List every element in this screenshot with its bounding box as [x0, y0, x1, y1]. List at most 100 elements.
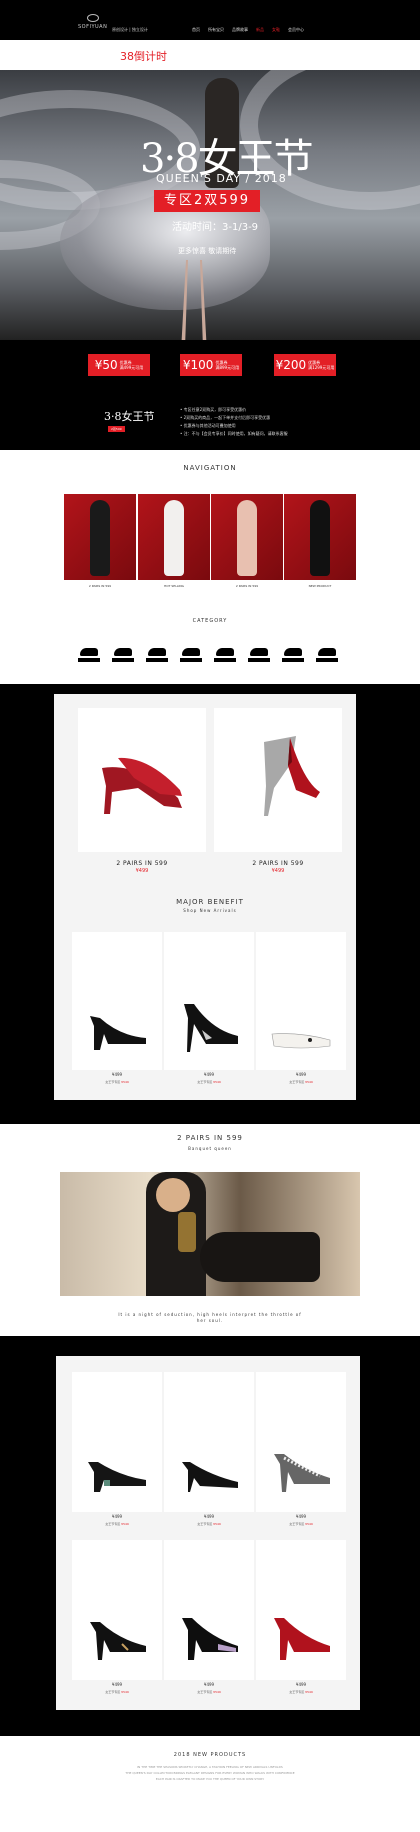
countdown-text: 38倒计时: [120, 50, 167, 63]
benefit-subtitle: Shop New Arrivals: [183, 908, 237, 913]
mini-product-card[interactable]: [256, 932, 346, 1070]
product-title: 2 PAIRS IN 599: [252, 860, 304, 867]
hero-subtitle: QUEEN'S DAY / 2018: [156, 172, 287, 185]
rule-line: • 专区任意2双购买，即可享受优惠价: [180, 407, 247, 412]
category-shoe-icon[interactable]: [78, 648, 100, 664]
red-block-heel-icon: [274, 1618, 330, 1660]
white-flat-icon: [271, 1033, 331, 1049]
rule-line: • 优惠券与其他活动可叠加使用: [180, 423, 236, 428]
black-pump-icon: [90, 1016, 146, 1050]
mini-desc: 女王节专区 ¥549: [105, 1522, 129, 1526]
promo-section: ¥50 优惠券 满499元可用 ¥100 优惠券 满899元可用 ¥200 优惠券满…: [0, 340, 420, 450]
hero-banner[interactable]: 3·8女王节 QUEEN'S DAY / 2018 专区2双599 活动时间：3…: [0, 70, 420, 340]
editorial-caption-1: It is a night of seduction, high heels i…: [118, 1312, 302, 1317]
look-label: NEW PRODUCT: [308, 584, 332, 588]
top-bar: SOFIYUAN 原创设计 | 独立设计 首页 所有宝贝 品牌故事 新品 女鞋 …: [0, 0, 420, 40]
look-4[interactable]: [284, 494, 356, 580]
red-stiletto-icon: [264, 736, 320, 816]
benefit-title: MAJOR BENEFIT: [176, 898, 244, 906]
coupon-50[interactable]: ¥50 优惠券 满499元可用: [88, 354, 150, 376]
mini-product-card[interactable]: [256, 1540, 346, 1680]
mini-desc: 女王节专区 ¥549: [289, 1522, 313, 1526]
coupon-100[interactable]: ¥100 优惠券 满899元可用: [180, 354, 242, 376]
mini-product-card[interactable]: [72, 1540, 162, 1680]
nav-item-member[interactable]: 会员中心: [288, 27, 304, 33]
category-shoe-icon[interactable]: [282, 648, 304, 664]
category-shoe-icon[interactable]: [316, 648, 338, 664]
look-label: HOT SELLING: [164, 584, 184, 588]
promo-logo: 3·8女王节: [104, 410, 155, 423]
brand-subtitle: 原创设计 | 独立设计: [112, 27, 148, 32]
mini-product-card[interactable]: [256, 1372, 346, 1512]
black-block-heel-icon: [182, 1618, 238, 1660]
look-3[interactable]: [211, 494, 283, 580]
nav-item-all[interactable]: 所有宝贝: [208, 27, 224, 33]
footer-title: 2018 NEW PRODUCTS: [173, 1752, 247, 1758]
mini-price: ¥499: [111, 1514, 123, 1519]
category-shoe-icon[interactable]: [146, 648, 168, 664]
black-stiletto-icon: [184, 1004, 238, 1052]
black-kitten-heel-icon: [182, 1462, 238, 1492]
black-suede-heel-icon: [88, 1462, 146, 1492]
section2-subtitle: Banquet queen: [188, 1146, 232, 1151]
nav-item-story[interactable]: 品牌故事: [232, 27, 248, 33]
mini-desc: 女王节专区 ¥549: [105, 1690, 129, 1694]
hero-badge[interactable]: 专区2双599: [154, 190, 260, 212]
mini-price: ¥499: [203, 1682, 215, 1687]
category-shoe-icon[interactable]: [248, 648, 270, 664]
mini-desc: 女王节专区 ¥549: [197, 1690, 221, 1694]
mini-desc: 女王节专区 ¥549: [289, 1690, 313, 1694]
mini-desc: 女王节专区 ¥549: [105, 1080, 129, 1084]
rule-line: • 注：不与【会员专享价】同时使用，如有疑问，请联系客服: [180, 431, 288, 436]
main-nav: 首页 所有宝贝 品牌故事 新品 女鞋 会员中心: [192, 27, 304, 33]
mini-product-card[interactable]: [164, 1372, 254, 1512]
promo-rules: • 专区任意2双购买，即可享受优惠价 • 2双购买的商品，一起下单并支付后即可享…: [180, 406, 288, 438]
mini-desc: 女王节专区 ¥549: [289, 1080, 313, 1084]
mini-product-card[interactable]: [72, 1372, 162, 1512]
mini-price: ¥499: [203, 1514, 215, 1519]
mini-product-card[interactable]: [164, 1540, 254, 1680]
mini-product-card[interactable]: [164, 932, 254, 1070]
rule-line: • 2双购买的商品，一起下单并支付后即可享受优惠: [180, 415, 271, 420]
navigation-title: NAVIGATION: [183, 464, 237, 472]
mini-price: ¥499: [295, 1072, 307, 1077]
logo-icon: [86, 14, 99, 22]
promo-logo-badge: 2双599: [108, 426, 125, 432]
footer-text: IN THE TIME THE SEASONS SECRETLY CHANGE,…: [80, 1764, 340, 1782]
brand-logo[interactable]: SOFIYUAN: [78, 14, 107, 30]
mini-price: ¥499: [111, 1682, 123, 1687]
product-title: 2 PAIRS IN 599: [116, 860, 168, 867]
hero-note: 更多惊喜 敬请期待: [178, 247, 237, 255]
editorial-image[interactable]: [60, 1172, 360, 1296]
look-label: 2 PAIRS IN 599: [88, 584, 112, 588]
mini-desc: 女王节专区 ¥549: [197, 1080, 221, 1084]
mini-price: ¥499: [295, 1682, 307, 1687]
mini-product-card[interactable]: [72, 932, 162, 1070]
nav-item-shoes[interactable]: 女鞋: [272, 27, 280, 33]
black-velvet-heel-icon: [90, 1622, 146, 1660]
coupon-200[interactable]: ¥200 优惠券 满1299元可用: [274, 354, 336, 376]
category-shoe-icon[interactable]: [180, 648, 202, 664]
look-1[interactable]: [64, 494, 136, 580]
mini-desc: 女王节专区 ¥549: [197, 1522, 221, 1526]
footer-line: EACH PAIR IS CRAFTED TO MAKE YOU THE QUE…: [155, 1777, 265, 1781]
hero-legs-image: [181, 260, 207, 340]
mini-price: ¥499: [111, 1072, 123, 1077]
product-price: ¥499: [271, 868, 285, 874]
look-label: 2 PAIRS IN 599: [235, 584, 259, 588]
editorial-caption-2: her soul.: [196, 1318, 224, 1323]
product-card[interactable]: [78, 708, 206, 852]
mini-price: ¥499: [203, 1072, 215, 1077]
red-pump-icon: [102, 757, 182, 814]
houndstooth-heel-icon: [274, 1454, 330, 1492]
mini-price: ¥499: [295, 1514, 307, 1519]
hero-date: 活动时间：3-1/3-9: [172, 222, 259, 233]
category-shoe-icon[interactable]: [214, 648, 236, 664]
product-price: ¥499: [135, 868, 149, 874]
product-card[interactable]: [214, 708, 342, 852]
brand-name: SOFIYUAN: [78, 24, 108, 30]
look-2[interactable]: [138, 494, 210, 580]
nav-item-home[interactable]: 首页: [192, 27, 200, 33]
nav-item-new[interactable]: 新品: [256, 27, 264, 33]
category-shoe-icon[interactable]: [112, 648, 134, 664]
